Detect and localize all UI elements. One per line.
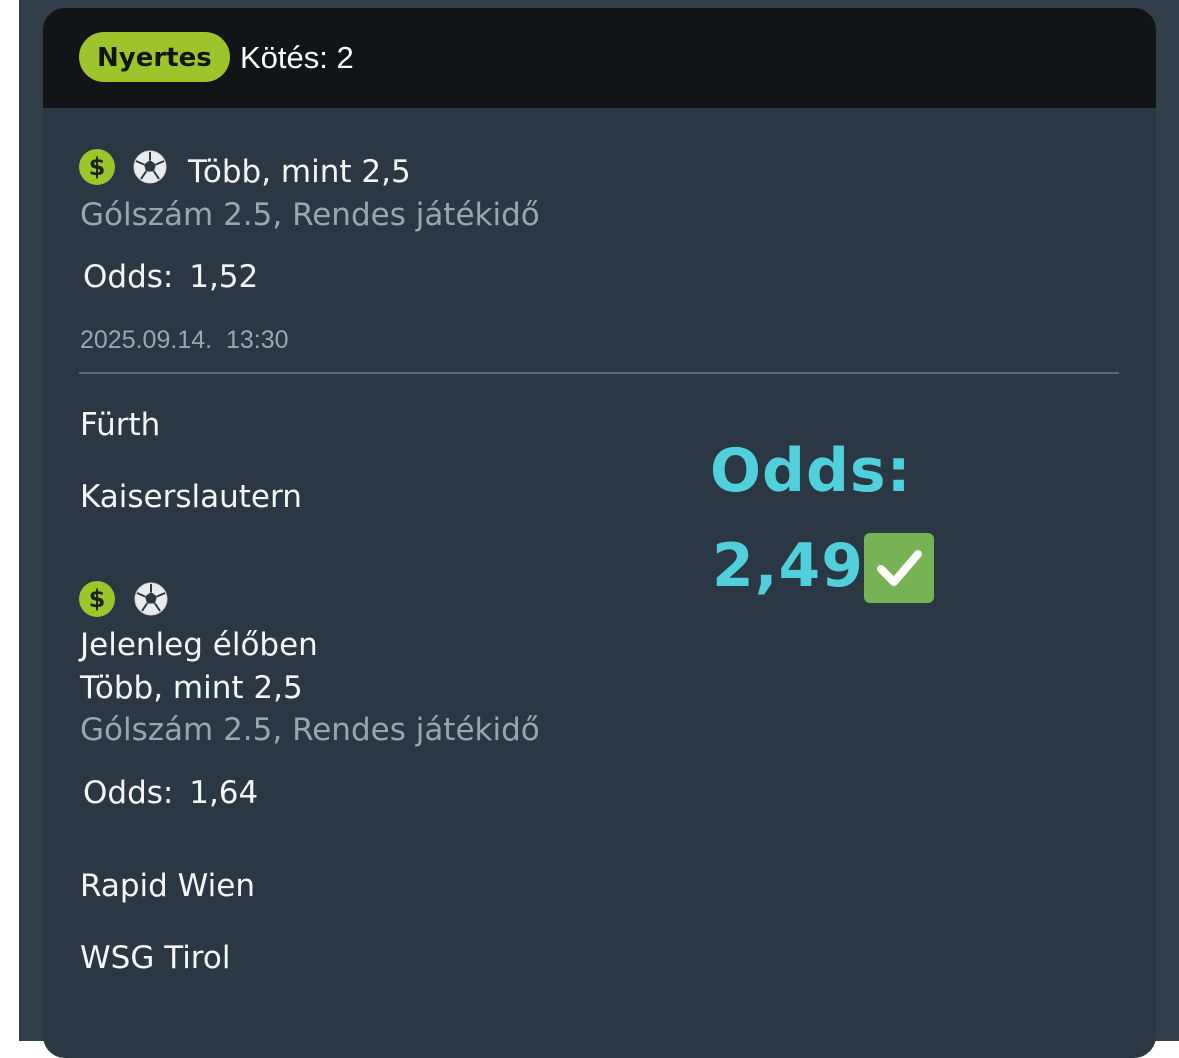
- dollar-icon: $: [79, 581, 115, 617]
- divider: [79, 372, 1119, 374]
- odds-label: Odds:: [83, 775, 174, 811]
- market-description: Gólszám 2.5, Rendes játékidő: [80, 712, 540, 748]
- home-team: Rapid Wien: [80, 868, 255, 904]
- bet-title: Kötés: 2: [240, 40, 354, 75]
- card-header: Nyertes Kötés: 2: [43, 8, 1156, 108]
- check-mark-button-icon: [864, 533, 935, 603]
- pick-title: Több, mint 2,5: [80, 670, 303, 706]
- odds-value: 1,64: [189, 775, 259, 811]
- status-badge: Nyertes: [79, 32, 230, 82]
- live-status: Jelenleg élőben: [80, 627, 318, 663]
- away-team: Kaiserslautern: [80, 479, 302, 515]
- soccer-ball-icon: [133, 581, 169, 617]
- total-odds-row: 2,49: [712, 531, 935, 603]
- odds-value: 1,52: [189, 259, 259, 295]
- away-team: WSG Tirol: [80, 940, 231, 976]
- odds-label: Odds:: [83, 259, 174, 295]
- total-odds-label: Odds:: [710, 436, 912, 506]
- home-team: Fürth: [80, 407, 161, 443]
- selection-odds: Odds: 1,64: [83, 775, 258, 811]
- dollar-icon: $: [79, 149, 115, 185]
- soccer-ball-icon: [132, 149, 168, 185]
- total-odds-value: 2,49: [712, 531, 865, 601]
- market-description: Gólszám 2.5, Rendes játékidő: [80, 197, 540, 233]
- bet-slip-card: Nyertes Kötés: 2 $ Több, mint 2,5 Gólszá…: [43, 8, 1156, 1058]
- match-datetime: 2025.09.14. 13:30: [80, 326, 289, 354]
- selection-odds: Odds: 1,52: [83, 259, 258, 295]
- pick-title: Több, mint 2,5: [188, 154, 411, 190]
